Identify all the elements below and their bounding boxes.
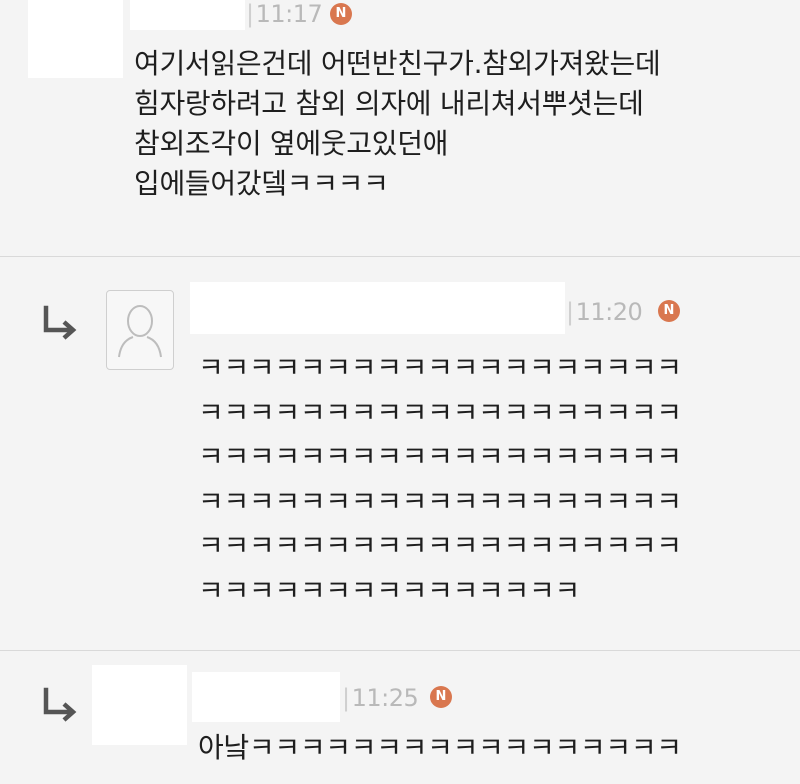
- comment-text: ㅋㅋㅋㅋㅋㅋㅋㅋㅋㅋㅋㅋㅋㅋㅋㅋㅋㅋㅋ ㅋㅋㅋㅋㅋㅋㅋㅋㅋㅋㅋㅋㅋㅋㅋㅋㅋㅋㅋ …: [198, 351, 682, 607]
- comment-timestamp: |11:17: [246, 0, 323, 28]
- new-badge: N: [330, 3, 352, 25]
- comment-divider: [0, 256, 800, 257]
- default-avatar-icon[interactable]: [106, 290, 174, 370]
- comment-text: 여기서읽은건데 어떤반친구가.참외가져왔는데 힘자랑하려고 참외 의자에 내리쳐…: [134, 47, 661, 200]
- author-name-redacted: [130, 0, 245, 30]
- comment-divider: [0, 650, 800, 651]
- author-name-redacted: [190, 282, 565, 334]
- new-badge: N: [430, 686, 452, 708]
- reply-arrow-icon: [43, 687, 77, 722]
- reply-arrow-icon: [43, 305, 77, 340]
- author-name-redacted: [28, 0, 123, 78]
- author-name-redacted: [192, 672, 340, 722]
- comment-timestamp: |11:20: [566, 298, 643, 326]
- author-name-redacted: [92, 665, 187, 745]
- comment-timestamp: |11:25: [342, 684, 419, 712]
- new-badge: N: [658, 300, 680, 322]
- comment-text: 아낰ㅋㅋㅋㅋㅋㅋㅋㅋㅋㅋㅋㅋㅋㅋㅋㅋㅋ: [198, 731, 682, 764]
